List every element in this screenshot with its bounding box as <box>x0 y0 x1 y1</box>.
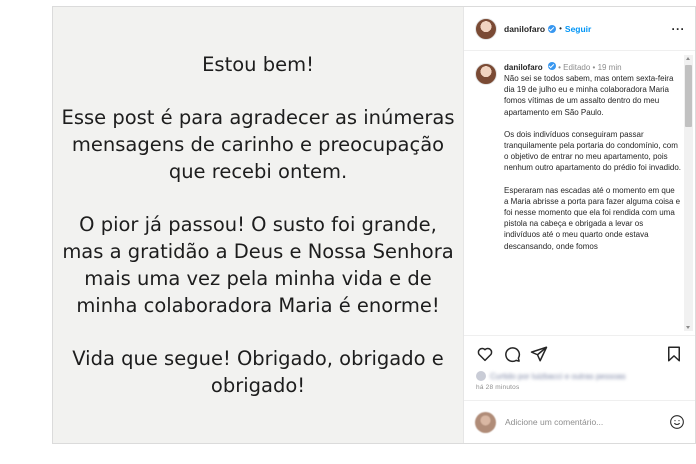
likes-summary[interactable]: Curtido por luizbacci e outras pessoas <box>490 372 626 381</box>
caption-paragraph: Não sei se todos sabem, mas ontem sexta-… <box>504 74 674 117</box>
caption-section[interactable]: danilofaro • Editado • 19 min Não sei se… <box>464 52 695 335</box>
caption-body: danilofaro • Editado • 19 min Não sei se… <box>504 62 681 263</box>
author-username[interactable]: danilofaro <box>504 24 545 34</box>
instagram-post-modal: Estou bem! Esse post é para agradecer as… <box>52 6 696 444</box>
more-options-icon[interactable]: ··· <box>672 22 686 36</box>
caption-author-avatar[interactable] <box>475 63 497 85</box>
action-bar <box>476 344 683 364</box>
likes-row: Curtido por luizbacci e outras pessoas <box>476 370 683 382</box>
caption-time: 19 min <box>597 63 622 72</box>
post-timestamp[interactable]: há 28 minutos <box>476 384 683 391</box>
caption-username[interactable]: danilofaro <box>504 63 543 72</box>
edited-label: • Editado • <box>558 63 596 72</box>
image-text-line: Esse post é para agradecer as inúmeras m… <box>61 106 455 183</box>
follow-button[interactable]: Seguir <box>565 24 591 34</box>
post-image-text: Estou bem! Esse post é para agradecer as… <box>58 51 458 399</box>
caption-header: danilofaro • Editado • 19 min <box>504 62 681 73</box>
author-avatar[interactable] <box>475 17 497 40</box>
post-header: danilofaro • Seguir ··· <box>464 7 695 51</box>
header-separator: • <box>559 24 562 33</box>
caption-paragraph: Esperaram nas escadas até o momento em q… <box>504 185 681 251</box>
post-sidebar: danilofaro • Seguir ··· danilofaro • Edi… <box>464 7 695 443</box>
viewer-avatar <box>475 411 496 433</box>
image-text-line: O pior já passou! O susto foi grande, ma… <box>62 213 454 317</box>
scroll-up-arrow-icon[interactable] <box>686 57 690 60</box>
scrollbar-thumb[interactable] <box>685 65 692 127</box>
smiley-icon[interactable] <box>669 414 685 430</box>
post-image[interactable]: Estou bem! Esse post é para agradecer as… <box>53 7 464 443</box>
comment-icon[interactable] <box>503 345 521 363</box>
post-actions: Curtido por luizbacci e outras pessoas h… <box>464 335 695 400</box>
heart-icon[interactable] <box>476 345 494 363</box>
comment-bar <box>464 400 695 443</box>
caption-scrollbar[interactable] <box>684 55 693 331</box>
verified-badge-icon <box>548 24 557 33</box>
image-text-line: Estou bem! <box>202 53 314 76</box>
comment-input[interactable] <box>505 417 655 427</box>
caption-row: danilofaro • Editado • 19 min Não sei se… <box>475 62 681 263</box>
bookmark-icon[interactable] <box>665 345 683 363</box>
share-icon[interactable] <box>530 345 548 363</box>
caption-paragraph: Os dois indivíduos conseguiram passar tr… <box>504 129 682 173</box>
scroll-down-arrow-icon[interactable] <box>686 326 690 329</box>
image-text-line: Vida que segue! Obrigado, obrigado e obr… <box>72 347 444 397</box>
caption-text: Não sei se todos sabem, mas ontem sexta-… <box>504 73 681 252</box>
liker-avatar[interactable] <box>476 371 486 381</box>
verified-badge-icon <box>547 62 556 70</box>
